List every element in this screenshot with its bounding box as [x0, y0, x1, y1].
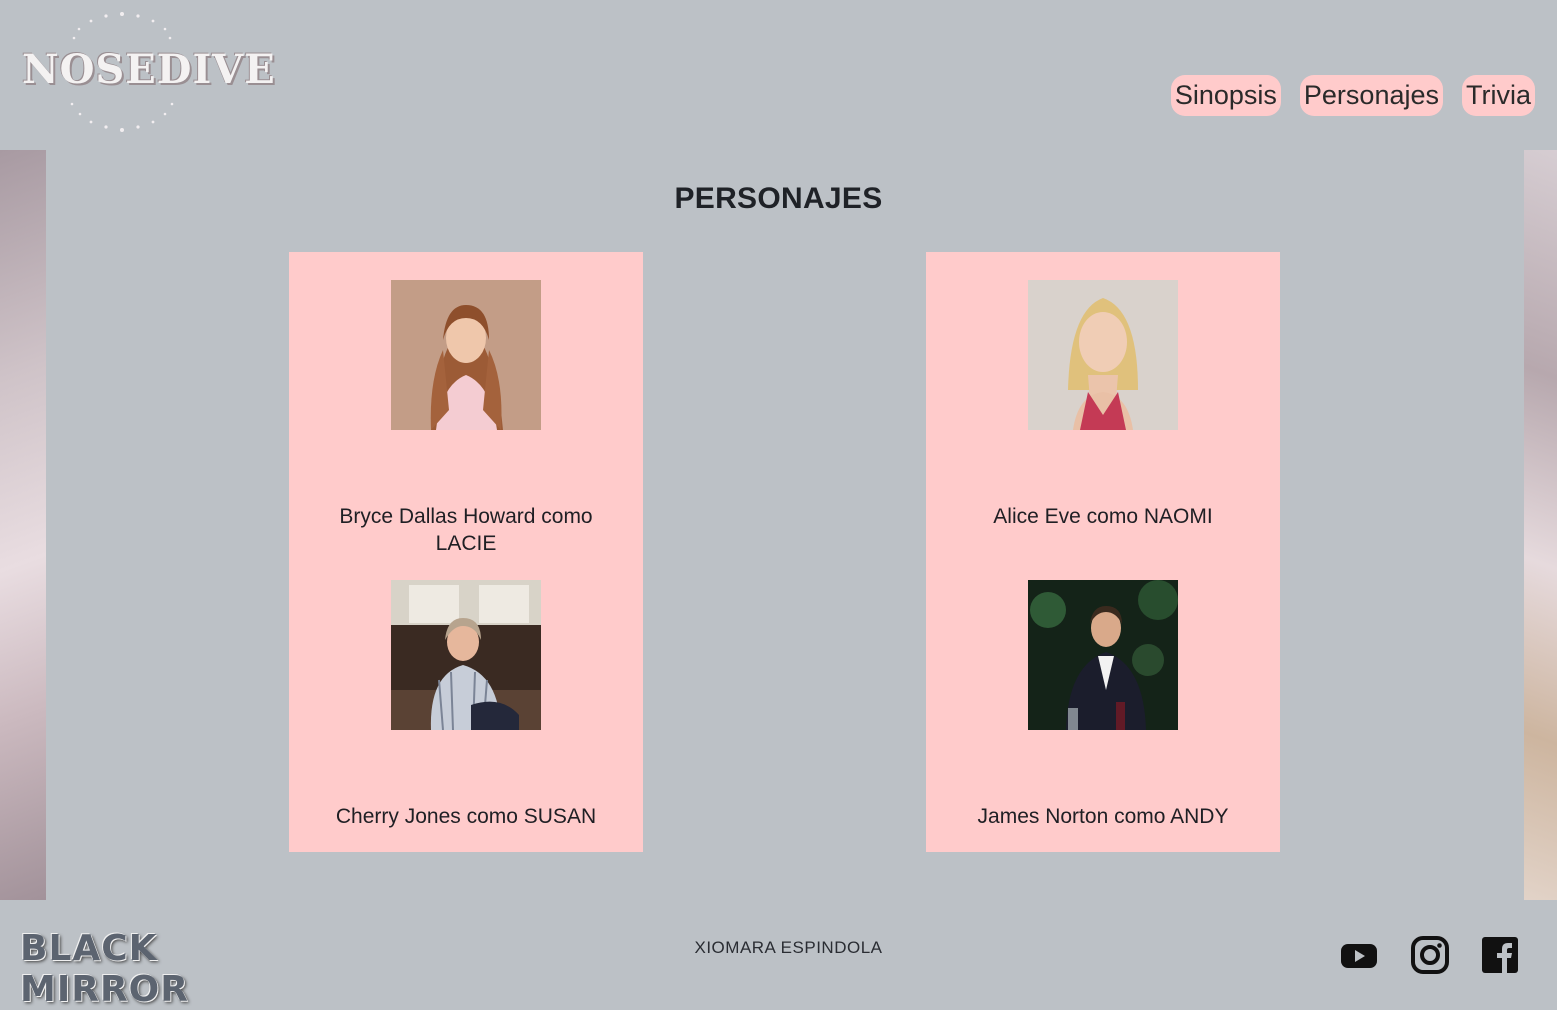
character-name: Alice Eve como NAOMI [993, 505, 1213, 528]
left-background-strip [0, 150, 46, 900]
character-name: James Norton como ANDY [977, 805, 1229, 828]
character-card-left: Bryce Dallas Howard como LACIE Cherry Jo… [289, 252, 643, 852]
nav-personajes[interactable]: Personajes [1299, 75, 1443, 116]
photo-alice-eve [1028, 280, 1178, 430]
character-name: Bryce Dallas Howard como LACIE [339, 505, 593, 555]
author-name: XIOMARA ESPINDOLA [694, 938, 883, 957]
photo-james-norton [1028, 580, 1178, 730]
character-name: Cherry Jones como SUSAN [335, 805, 597, 828]
photo-cherry-jones [391, 580, 541, 730]
logo-text: NOSEDIVE [22, 46, 276, 93]
page-title: PERSONAJES [674, 182, 883, 215]
character-card-right: Alice Eve como NAOMI James Norton como A… [926, 252, 1280, 852]
right-background-strip [1524, 150, 1557, 900]
nav-trivia[interactable]: Trivia [1462, 75, 1535, 116]
instagram-icon[interactable] [1411, 936, 1449, 974]
main-nav: Sinopsis Personajes Trivia [1170, 75, 1535, 116]
facebook-icon[interactable] [1481, 936, 1519, 974]
photo-bryce-dallas-howard [391, 280, 541, 430]
nav-sinopsis[interactable]: Sinopsis [1170, 75, 1281, 116]
nosedive-logo[interactable]: NOSEDIVE [22, 8, 276, 136]
site-header: NOSEDIVE Sinopsis Personajes Trivia [0, 0, 1557, 150]
site-footer: BLACK MIRROR XIOMARA ESPINDOLA [0, 900, 1557, 1010]
youtube-icon[interactable] [1340, 936, 1378, 974]
